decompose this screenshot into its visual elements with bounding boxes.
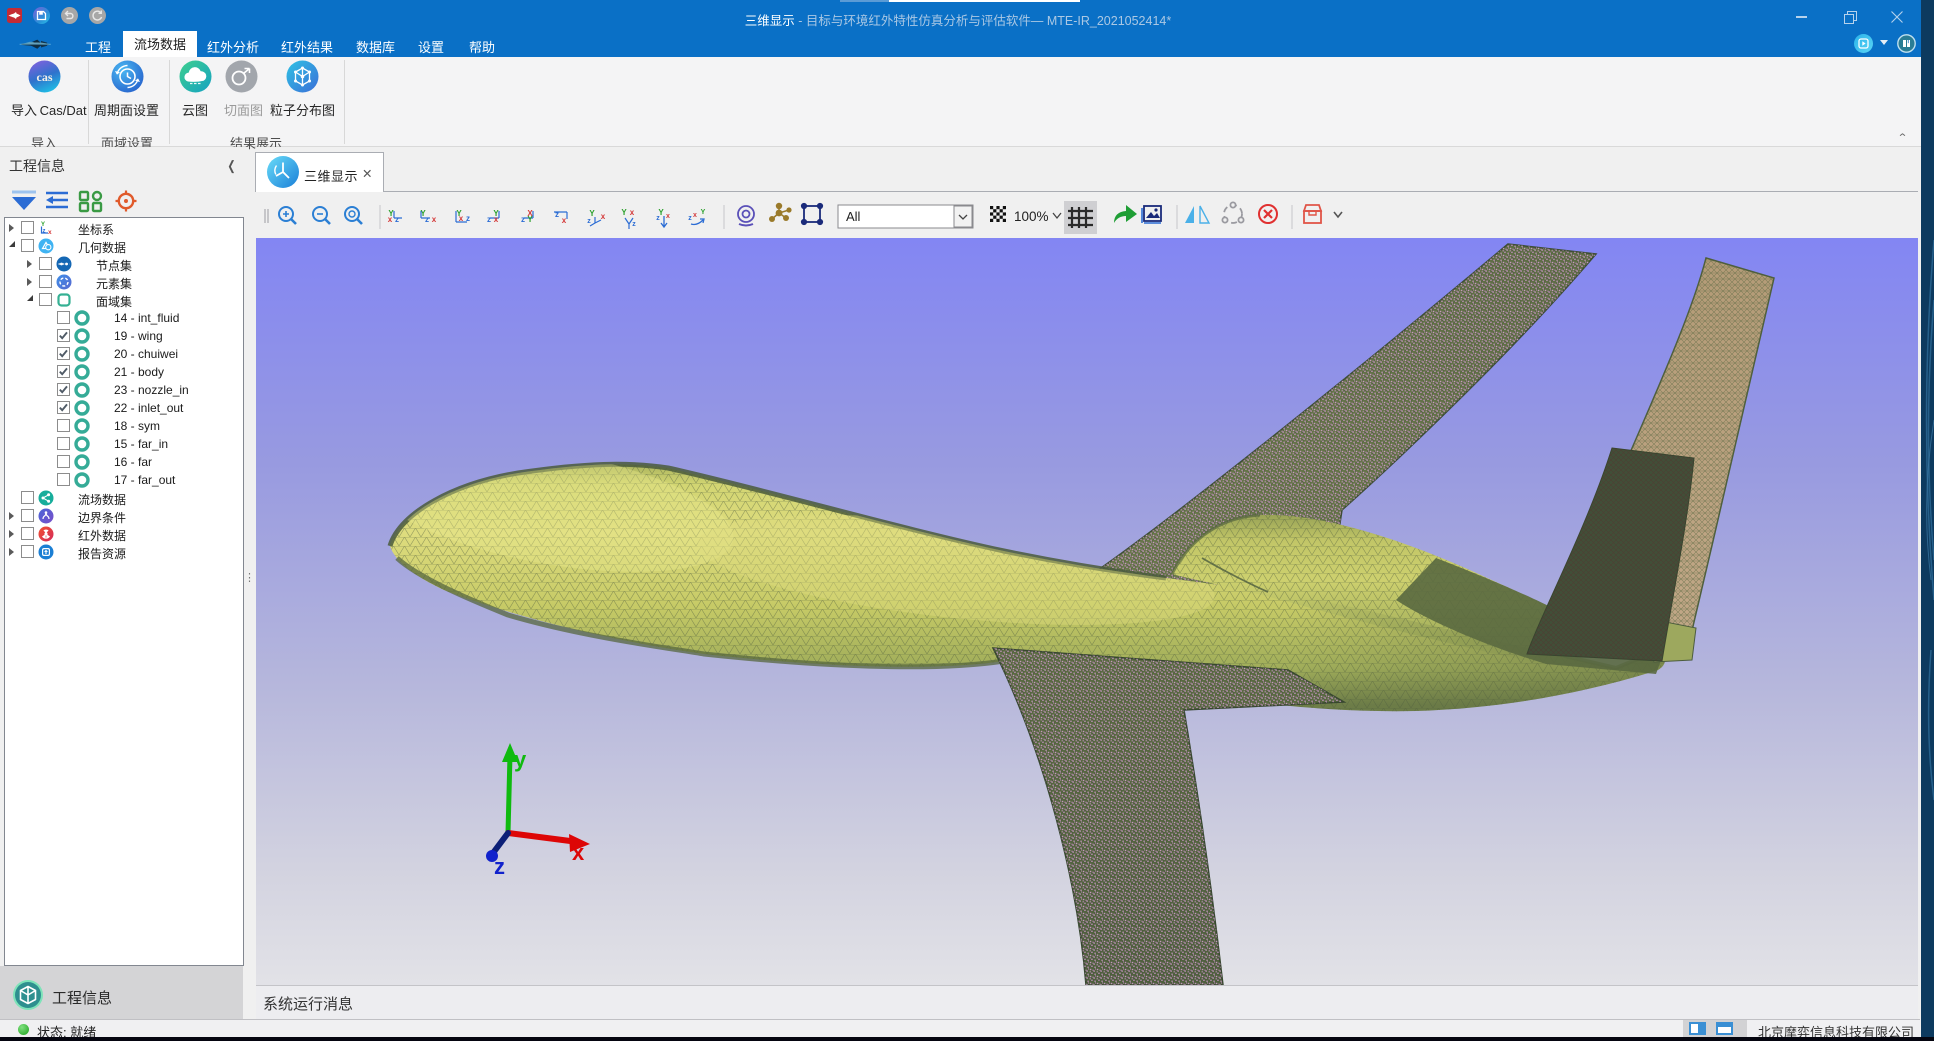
svg-text:x: x xyxy=(494,215,499,224)
svg-text:100%: 100% xyxy=(1014,209,1049,224)
svg-text:Y: Y xyxy=(621,208,627,217)
svg-text:Y: Y xyxy=(527,215,533,224)
svg-text:z: z xyxy=(43,229,46,235)
svg-text:x: x xyxy=(572,840,585,865)
svg-text:z: z xyxy=(587,218,591,225)
svg-text:x: x xyxy=(48,229,52,236)
svg-text:z: z xyxy=(688,215,692,222)
svg-text:z: z xyxy=(632,221,636,228)
svg-text:Y: Y xyxy=(589,209,595,218)
svg-text:z: z xyxy=(466,214,470,223)
svg-text:x: x xyxy=(432,215,437,224)
svg-text:x: x xyxy=(601,212,606,221)
svg-text:z: z xyxy=(425,215,429,224)
svg-text:z: z xyxy=(521,215,525,224)
svg-text:All: All xyxy=(846,209,861,224)
svg-text:x: x xyxy=(693,212,697,219)
svg-text:z: z xyxy=(494,854,505,879)
svg-text:cas: cas xyxy=(37,70,53,84)
svg-text:x: x xyxy=(459,214,464,223)
svg-text:z: z xyxy=(656,215,660,222)
svg-text:z: z xyxy=(395,215,399,224)
svg-text:x: x xyxy=(388,215,393,224)
svg-text:x: x xyxy=(562,216,567,225)
svg-text:x: x xyxy=(666,213,670,220)
svg-text:z: z xyxy=(555,210,559,219)
svg-text:z: z xyxy=(487,215,491,224)
svg-text:Y: Y xyxy=(701,209,706,216)
svg-text:y: y xyxy=(514,747,527,772)
svg-text:x: x xyxy=(630,208,635,217)
